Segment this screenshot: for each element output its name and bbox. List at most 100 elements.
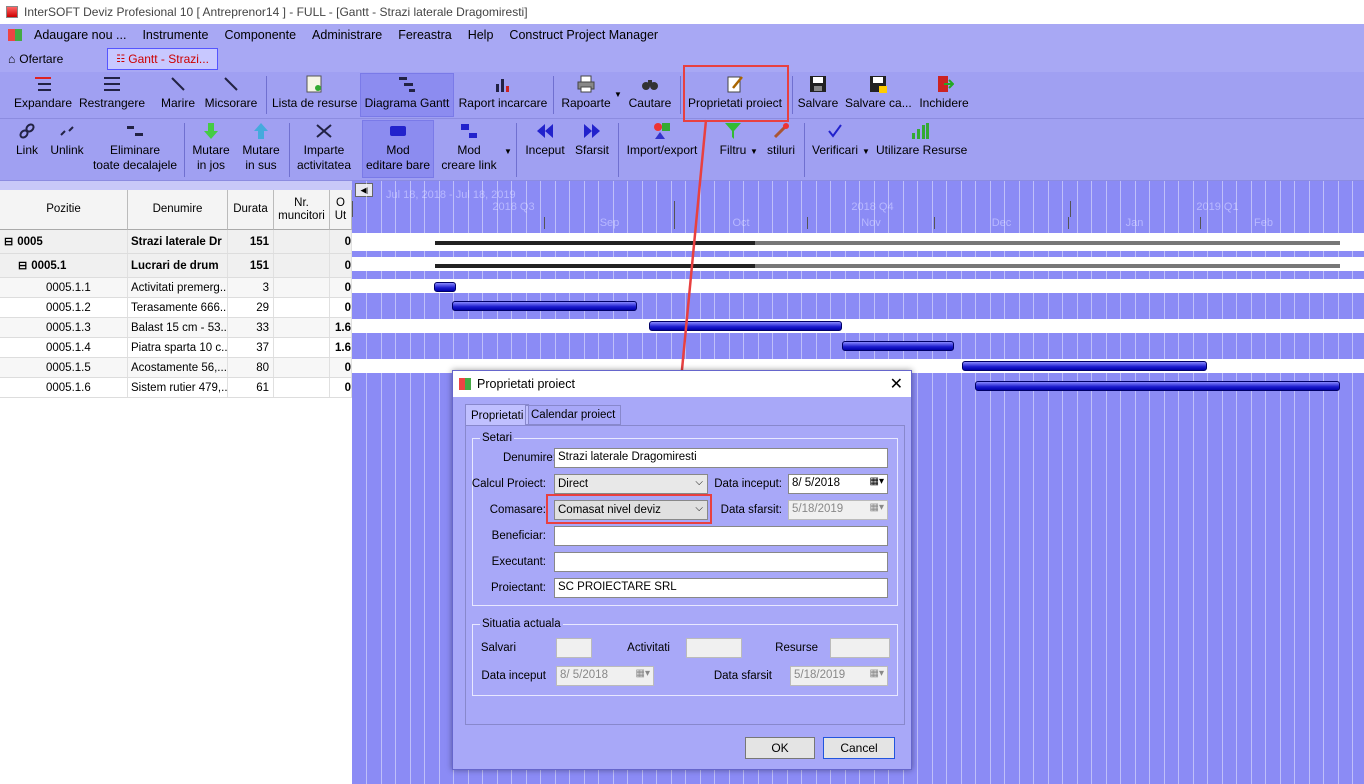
tab-ofertare[interactable]: ⌂ Ofertare — [0, 48, 71, 70]
rapoarte-button[interactable]: Rapoarte — [558, 74, 614, 111]
calendar-icon: ▦▾ — [869, 668, 884, 679]
restrangere-button[interactable]: Restrangere — [78, 74, 146, 111]
ok-button[interactable]: OK — [745, 737, 815, 759]
mod-editare-bare-button[interactable]: Mod editare bare — [362, 120, 434, 178]
filtru-button[interactable]: Filtru — [716, 121, 750, 158]
mod-dropdown-icon[interactable]: ▼ — [504, 147, 512, 156]
task-bar[interactable] — [962, 361, 1207, 371]
lista-resurse-button[interactable]: Lista de resurse — [272, 74, 357, 111]
inchidere-button[interactable]: Inchidere — [917, 74, 971, 111]
gantt-gridline — [1062, 181, 1063, 784]
home-icon: ⌂ — [8, 52, 16, 66]
inceput-button[interactable]: Inceput — [522, 121, 568, 158]
menu-componente[interactable]: Componente — [216, 28, 304, 42]
marire-button[interactable]: Marire — [158, 74, 198, 111]
expand-icon — [35, 77, 51, 91]
sfarsit-button[interactable]: Sfarsit — [572, 121, 612, 158]
task-bar[interactable] — [452, 301, 637, 311]
expander-icon[interactable]: ⊟ — [18, 259, 27, 272]
eliminare-label-2: toate decalajele — [92, 158, 178, 172]
header-nr-muncitori[interactable]: Nr. muncitori — [274, 190, 330, 230]
menu-construct-project-manager[interactable]: Construct Project Manager — [501, 28, 666, 42]
app-menu-icon[interactable] — [8, 29, 22, 41]
gantt-gridline — [366, 181, 367, 784]
mod-creare-link-button[interactable]: Mod creare link — [438, 121, 500, 173]
menu-help[interactable]: Help — [460, 28, 502, 42]
executant-label: Executant: — [491, 556, 546, 568]
menu-adaugare[interactable]: Adaugare nou ... — [26, 28, 134, 42]
cautare-label: Cautare — [628, 96, 672, 110]
gantt-gridline — [1323, 181, 1324, 784]
tab-proprietati[interactable]: Proprietati — [465, 404, 530, 426]
gantt-gridline — [395, 181, 396, 784]
stiluri-button[interactable]: stiluri — [764, 121, 798, 158]
cell-denumire: Piatra sparta 10 c... — [128, 338, 228, 357]
scroll-left-icon[interactable]: ◀ — [355, 183, 373, 197]
double-left-arrow-icon — [537, 124, 553, 138]
beneficiar-field[interactable] — [554, 526, 888, 546]
gantt-gridline — [1149, 181, 1150, 784]
activitati-label: Activitati — [627, 642, 670, 654]
mutare-sus-button[interactable]: Mutare in sus — [239, 121, 283, 173]
eliminare-decalaje-button[interactable]: Eliminare toate decalajele — [92, 121, 178, 173]
expandare-button[interactable]: Expandare — [14, 74, 72, 111]
unlink-button[interactable]: Unlink — [48, 121, 86, 158]
salvare-button[interactable]: Salvare — [797, 74, 839, 111]
table-row[interactable]: 0005.1.5 Acostamente 56,... 80 0 — [0, 358, 352, 378]
cell-nr-muncitori — [274, 278, 330, 297]
cell-nr-muncitori — [274, 298, 330, 317]
pozitie-text: 0005.1.3 — [46, 321, 91, 334]
cancel-button[interactable]: Cancel — [823, 737, 895, 759]
task-bar[interactable] — [975, 381, 1340, 391]
table-row[interactable]: 0005.1.1 Activitati premerg... 3 0 — [0, 278, 352, 298]
denumire-field[interactable]: Strazi laterale Dragomiresti — [554, 448, 888, 468]
table-row[interactable]: 0005.1.3 Balast 15 cm - 53... 33 1.6 — [0, 318, 352, 338]
mutare-jos-button[interactable]: Mutare in jos — [190, 121, 232, 173]
table-row[interactable]: ⊟ 0005 Strazi laterale Dr 151 0 — [0, 230, 352, 254]
cell-nr-muncitori — [274, 254, 330, 277]
salvare-ca-button[interactable]: Salvare ca... — [845, 74, 912, 111]
task-bar[interactable] — [434, 282, 456, 292]
verificari-dropdown-icon[interactable]: ▼ — [862, 147, 870, 156]
imparte-activitatea-button[interactable]: Imparte activitatea — [294, 121, 354, 173]
save-icon — [810, 76, 826, 92]
filtru-dropdown-icon[interactable]: ▼ — [750, 147, 758, 156]
paint-icon — [773, 123, 789, 139]
data-inceput-picker[interactable]: 8/ 5/2018 ▦▾ — [788, 474, 888, 494]
cell-denumire: Acostamente 56,... — [128, 358, 228, 377]
gantt-gridline — [424, 181, 425, 784]
table-row[interactable]: 0005.1.2 Terasamente 666... 29 0 — [0, 298, 352, 318]
table-row[interactable]: 0005.1.4 Piatra sparta 10 c... 37 1.6 — [0, 338, 352, 358]
gantt-gridline — [931, 181, 933, 784]
executant-field[interactable] — [554, 552, 888, 572]
tab-calendar-proiect[interactable]: Calendar proiect — [525, 405, 622, 425]
utilizare-resurse-button[interactable]: Utilizare Resurse — [876, 121, 967, 158]
task-bar[interactable] — [842, 341, 954, 351]
toolbar-separator — [516, 123, 517, 177]
cell-pozitie: 0005.1.2 — [0, 298, 128, 317]
micsorare-button[interactable]: Micsorare — [203, 74, 259, 111]
verificari-button[interactable]: Verificari — [810, 121, 860, 158]
diagrama-gantt-button[interactable]: Diagrama Gantt — [360, 73, 454, 117]
tab-gantt-label: Gantt - Strazi... — [128, 52, 209, 66]
table-row[interactable]: ⊟ 0005.1 Lucrari de drum 151 0 — [0, 254, 352, 278]
header-durata[interactable]: Durata — [228, 190, 274, 230]
rapoarte-dropdown-icon[interactable]: ▼ — [614, 90, 622, 99]
header-ut[interactable]: O Ut — [330, 190, 352, 230]
header-pozitie[interactable]: Pozitie — [0, 190, 128, 230]
table-row[interactable]: 0005.1.6 Sistem rutier 479,... 61 0 — [0, 378, 352, 398]
proiectant-field[interactable]: SC PROIECTARE SRL — [554, 578, 888, 598]
header-denumire[interactable]: Denumire — [128, 190, 228, 230]
menu-administrare[interactable]: Administrare — [304, 28, 390, 42]
filtru-label: Filtru — [719, 143, 747, 157]
menu-fereastra[interactable]: Fereastra — [390, 28, 460, 42]
link-button[interactable]: Link — [12, 121, 42, 158]
tab-gantt[interactable]: ☷ Gantt - Strazi... — [107, 48, 218, 70]
raport-incarcare-button[interactable]: Raport incarcare — [458, 74, 548, 111]
expander-icon[interactable]: ⊟ — [4, 235, 13, 248]
menu-instrumente[interactable]: Instrumente — [134, 28, 216, 42]
cautare-button[interactable]: Cautare — [626, 74, 674, 111]
calcul-proiect-select[interactable]: Direct ⌵ — [554, 474, 708, 494]
close-icon[interactable]: ✕ — [890, 374, 903, 394]
marire-label: Marire — [160, 96, 195, 110]
